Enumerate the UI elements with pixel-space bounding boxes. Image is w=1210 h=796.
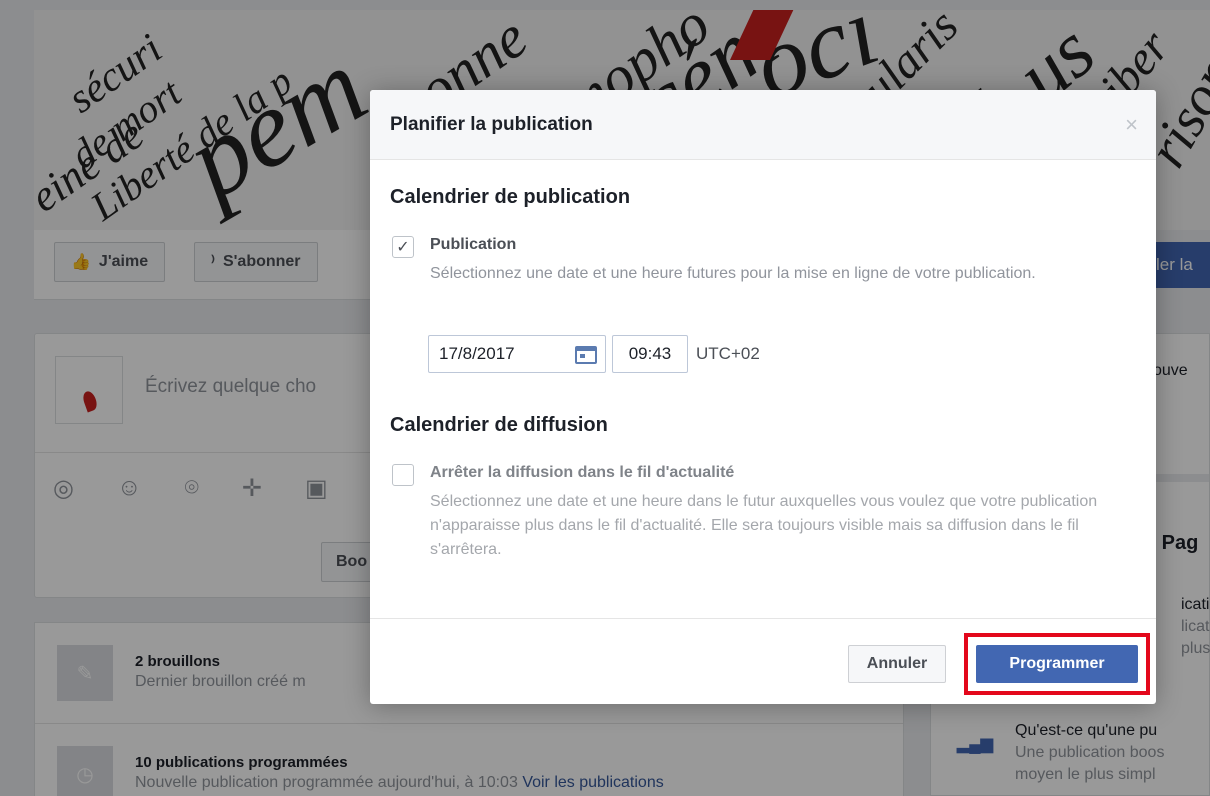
timezone-label: UTC+02 [696, 344, 760, 363]
publication-checkbox[interactable]: ✓ [392, 236, 414, 258]
close-icon[interactable]: × [1125, 112, 1138, 138]
publication-option-description: Sélectionnez une date et une heure futur… [430, 265, 1036, 282]
publication-time-input[interactable]: 09:43 [612, 335, 688, 373]
calendar-icon[interactable] [575, 346, 597, 364]
publication-datetime-row: 17/8/2017 09:43 UTC+02 [428, 335, 760, 373]
stop-diffusion-option-label[interactable]: Arrêter la diffusion dans le fil d'actua… [430, 464, 734, 482]
schedule-post-dialog: Planifier la publication × Calendrier de… [370, 90, 1156, 704]
dialog-header: Planifier la publication × [370, 90, 1156, 160]
diffusion-schedule-heading: Calendrier de diffusion [390, 414, 608, 436]
dialog-title: Planifier la publication [390, 114, 593, 135]
stop-diffusion-option-description: Sélectionnez une date et une heure dans … [430, 493, 1098, 558]
checkmark-icon: ✓ [396, 239, 410, 256]
publication-option-label[interactable]: Publication [430, 236, 516, 254]
publication-schedule-heading: Calendrier de publication [390, 186, 631, 208]
stop-diffusion-checkbox[interactable] [392, 464, 414, 486]
highlight-box [964, 633, 1150, 695]
dialog-footer: Annuler Programmer [370, 618, 1156, 704]
publication-date-input[interactable]: 17/8/2017 [428, 335, 606, 373]
cancel-button[interactable]: Annuler [848, 645, 946, 683]
